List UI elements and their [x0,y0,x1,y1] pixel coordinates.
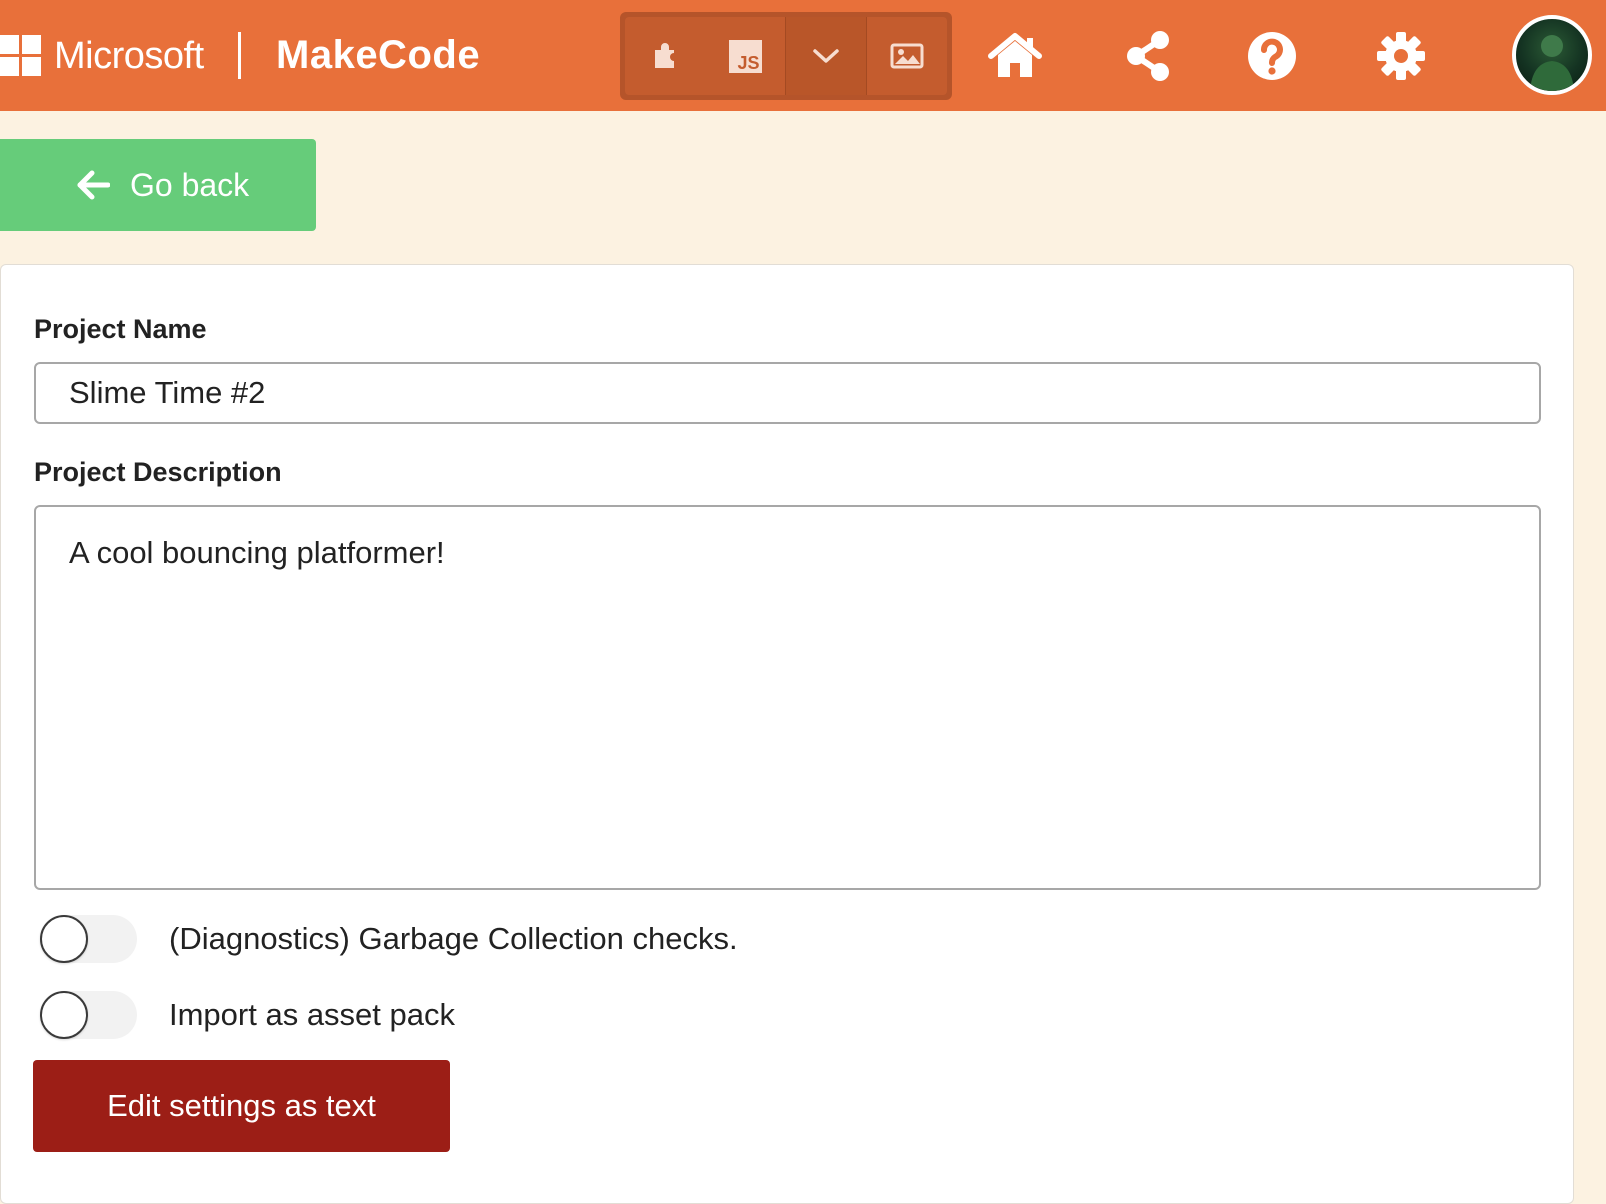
gc-checks-label: (Diagnostics) Garbage Collection checks. [169,921,738,956]
microsoft-logo-icon [0,35,42,77]
home-icon [988,33,1042,77]
toggle-knob [40,915,88,963]
arrow-left-icon [77,170,110,200]
brand-divider [238,32,241,79]
user-avatar[interactable] [1512,15,1592,95]
home-button[interactable] [987,28,1043,84]
asset-pack-setting: Import as asset pack [40,989,455,1041]
brand-company: Microsoft [54,35,204,77]
javascript-icon: JS [728,39,762,73]
puzzle-piece-icon [655,43,678,68]
project-name-input[interactable] [34,362,1541,424]
gear-icon [1377,32,1425,80]
share-button[interactable] [1120,28,1176,84]
editor-dropdown-button[interactable] [785,17,867,95]
help-button[interactable] [1244,28,1300,84]
editor-toggle: JS [620,12,952,100]
project-description-textarea[interactable]: A cool bouncing platformer! [34,505,1541,890]
question-circle-icon [1248,32,1296,80]
asset-pack-label: Import as asset pack [169,997,456,1032]
blocks-editor-button[interactable] [625,17,705,95]
top-menu-bar: Microsoft MakeCode JS [0,0,1606,111]
brand-product[interactable]: MakeCode [276,31,480,79]
project-name-label: Project Name [34,314,207,344]
assets-editor-button[interactable] [867,17,947,95]
edit-settings-as-text-button[interactable]: Edit settings as text [33,1060,450,1152]
go-back-label: Go back [130,166,250,203]
javascript-editor-button[interactable]: JS [705,17,785,95]
project-settings-card: Project Name Project Description A cool … [0,264,1574,1204]
gc-checks-toggle[interactable] [40,915,137,963]
share-icon [1127,31,1169,81]
project-description-label: Project Description [34,457,282,487]
asset-pack-toggle[interactable] [40,991,137,1039]
settings-button[interactable] [1373,28,1429,84]
image-icon [890,43,924,69]
chevron-down-icon [813,49,839,63]
gc-checks-setting: (Diagnostics) Garbage Collection checks. [40,913,738,965]
avatar-image [1530,35,1574,91]
go-back-button[interactable]: Go back [0,139,316,231]
toggle-knob [40,991,88,1039]
